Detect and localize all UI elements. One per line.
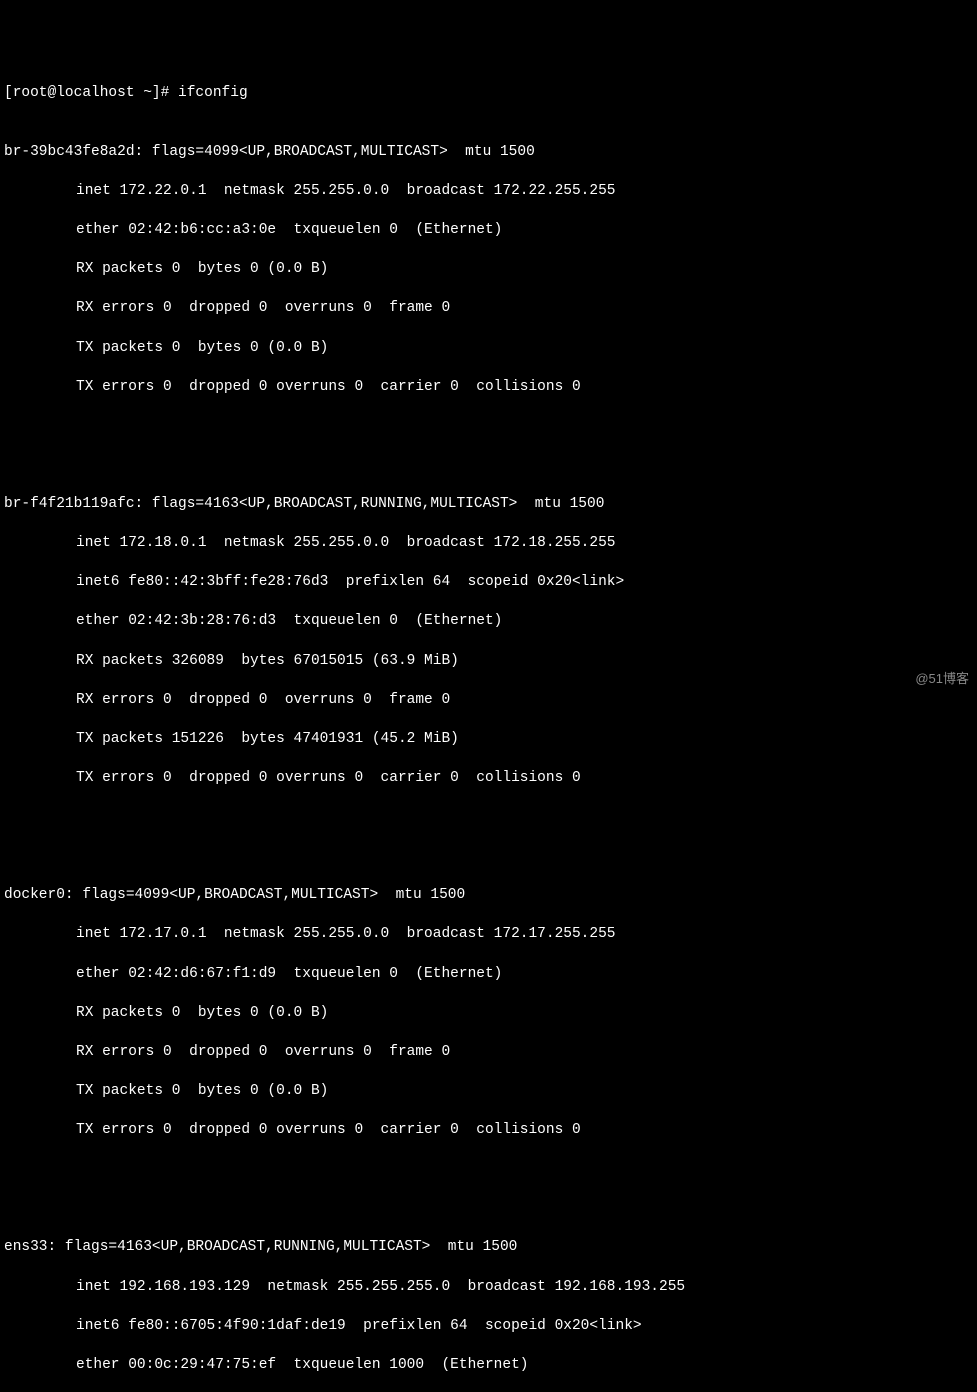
ether-line: ether 00:0c:29:47:75:ef txqueuelen 1000 … bbox=[4, 1356, 973, 1376]
ether-line: ether 02:42:d6:67:f1:d9 txqueuelen 0 (Et… bbox=[4, 965, 973, 985]
rx-packets-line: RX packets 0 bytes 0 (0.0 B) bbox=[4, 260, 973, 280]
interface-header: br-39bc43fe8a2d: flags=4099<UP,BROADCAST… bbox=[4, 143, 973, 163]
ether-line: ether 02:42:3b:28:76:d3 txqueuelen 0 (Et… bbox=[4, 612, 973, 632]
interface-header: br-f4f21b119afc: flags=4163<UP,BROADCAST… bbox=[4, 495, 973, 515]
interface-header: ens33: flags=4163<UP,BROADCAST,RUNNING,M… bbox=[4, 1238, 973, 1258]
blank-line bbox=[4, 1180, 973, 1200]
inet-line: inet 172.22.0.1 netmask 255.255.0.0 broa… bbox=[4, 182, 973, 202]
inet6-line: inet6 fe80::42:3bff:fe28:76d3 prefixlen … bbox=[4, 573, 973, 593]
rx-packets-line: RX packets 326089 bytes 67015015 (63.9 M… bbox=[4, 652, 973, 672]
interface-header: docker0: flags=4099<UP,BROADCAST,MULTICA… bbox=[4, 886, 973, 906]
interface-br-f4f21b119afc: br-f4f21b119afc: flags=4163<UP,BROADCAST… bbox=[4, 476, 973, 809]
tx-errors-line: TX errors 0 dropped 0 overruns 0 carrier… bbox=[4, 378, 973, 398]
inet6-line: inet6 fe80::6705:4f90:1daf:de19 prefixle… bbox=[4, 1317, 973, 1337]
rx-errors-line: RX errors 0 dropped 0 overruns 0 frame 0 bbox=[4, 691, 973, 711]
tx-errors-line: TX errors 0 dropped 0 overruns 0 carrier… bbox=[4, 1121, 973, 1141]
inet-line: inet 172.17.0.1 netmask 255.255.0.0 broa… bbox=[4, 925, 973, 945]
rx-errors-line: RX errors 0 dropped 0 overruns 0 frame 0 bbox=[4, 299, 973, 319]
rx-errors-line: RX errors 0 dropped 0 overruns 0 frame 0 bbox=[4, 1043, 973, 1063]
tx-packets-line: TX packets 151226 bytes 47401931 (45.2 M… bbox=[4, 730, 973, 750]
interface-ens33: ens33: flags=4163<UP,BROADCAST,RUNNING,M… bbox=[4, 1219, 973, 1392]
ether-line: ether 02:42:b6:cc:a3:0e txqueuelen 0 (Et… bbox=[4, 221, 973, 241]
watermark-text: @51博客 bbox=[915, 670, 969, 688]
interface-docker0: docker0: flags=4099<UP,BROADCAST,MULTICA… bbox=[4, 867, 973, 1160]
rx-packets-line: RX packets 0 bytes 0 (0.0 B) bbox=[4, 1004, 973, 1024]
tx-packets-line: TX packets 0 bytes 0 (0.0 B) bbox=[4, 1082, 973, 1102]
inet-line: inet 172.18.0.1 netmask 255.255.0.0 broa… bbox=[4, 534, 973, 554]
blank-line bbox=[4, 828, 973, 848]
interface-br-39bc43fe8a2d: br-39bc43fe8a2d: flags=4099<UP,BROADCAST… bbox=[4, 123, 973, 416]
blank-line bbox=[4, 436, 973, 456]
tx-errors-line: TX errors 0 dropped 0 overruns 0 carrier… bbox=[4, 769, 973, 789]
tx-packets-line: TX packets 0 bytes 0 (0.0 B) bbox=[4, 339, 973, 359]
inet-line: inet 192.168.193.129 netmask 255.255.255… bbox=[4, 1278, 973, 1298]
command-prompt: [root@localhost ~]# ifconfig bbox=[4, 84, 973, 104]
